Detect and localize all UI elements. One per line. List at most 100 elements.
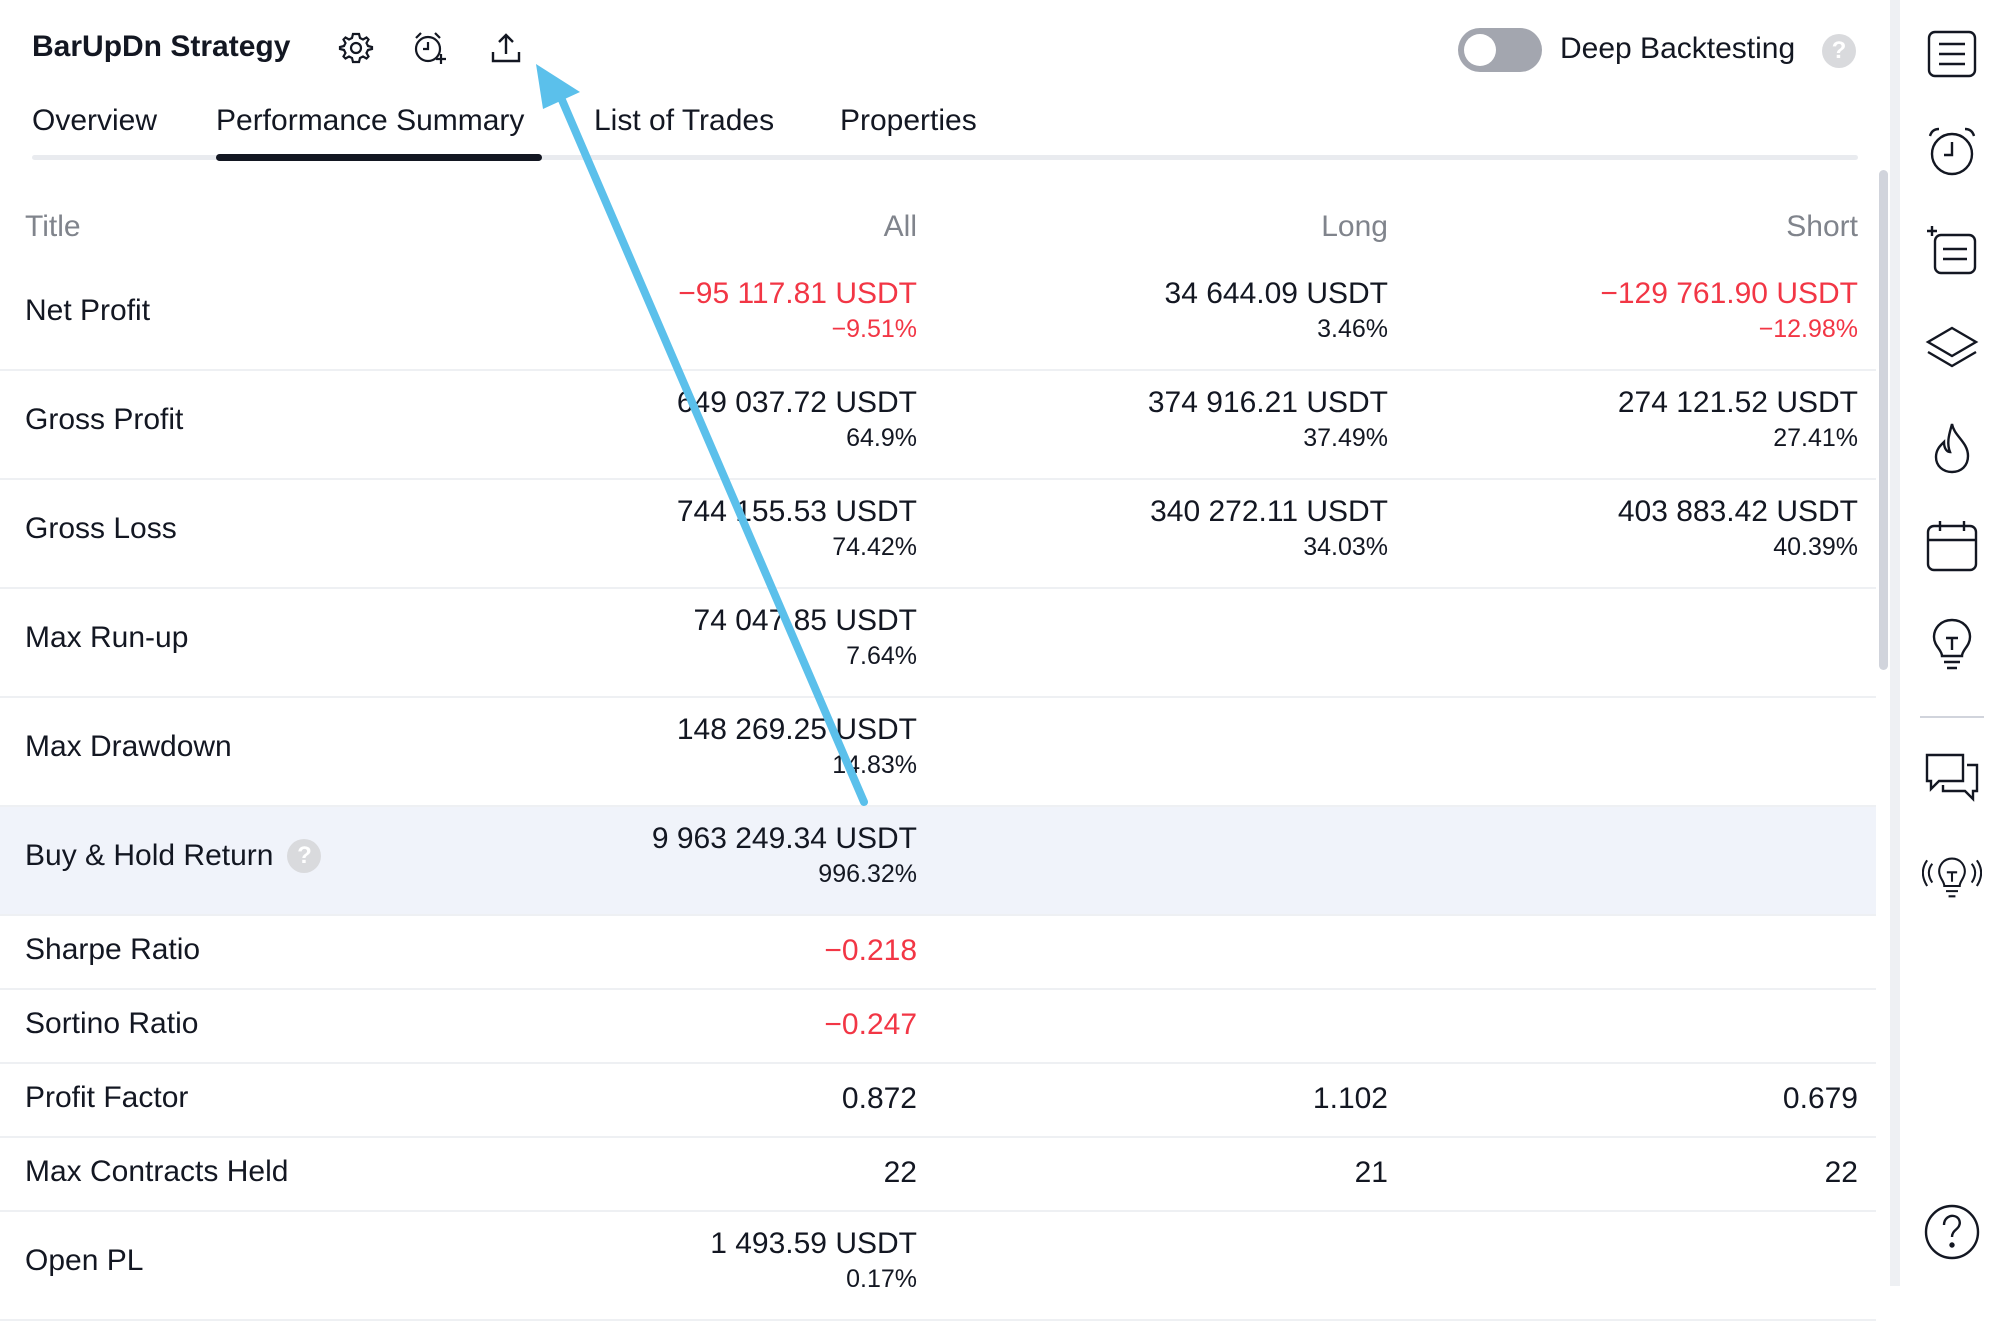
table-row[interactable]: Max Run-up 74 047.85 USDT 7.64% (0, 589, 1876, 698)
row-title-text: Gross Loss (25, 512, 177, 545)
row-title-text: Buy & Hold Return (25, 839, 274, 872)
cell-value: 22 (1824, 1156, 1858, 1189)
right-sidebar (1890, 0, 1990, 1286)
tab-bar: Overview Performance Summary List of Tra… (0, 100, 1890, 162)
cell-value: 9 963 249.34 USDT (651, 822, 917, 855)
cell-value: 744 155.53 USDT (676, 495, 917, 528)
object-tree-icon[interactable] (1922, 220, 1982, 280)
row-title: Max Contracts Held (25, 1155, 288, 1189)
cell-percent: 27.41% (1773, 424, 1858, 452)
cell-value: 1.102 (1312, 1082, 1388, 1115)
deep-backtesting-label: Deep Backtesting (1560, 32, 1796, 65)
alerts-icon[interactable] (1922, 122, 1982, 182)
cell-percent: 14.83% (832, 751, 917, 779)
export-icon[interactable] (486, 28, 526, 68)
row-title: Sortino Ratio (25, 1007, 198, 1041)
cell-long: 1.102 (1068, 1081, 1388, 1117)
chats-icon[interactable] (1922, 748, 1982, 808)
cell-percent: 40.39% (1773, 533, 1858, 561)
column-header-all: All (883, 210, 917, 243)
cell-short: 0.679 (1538, 1081, 1858, 1117)
table-row[interactable]: Gross Loss 744 155.53 USDT 74.42% 340 272.1… (0, 480, 1876, 589)
cell-percent: −9.51% (831, 315, 918, 343)
strategy-title[interactable]: BarUpDn Strategy (32, 30, 290, 64)
deep-backtesting-toggle[interactable] (1458, 28, 1542, 72)
cell-value: −0.247 (824, 1008, 917, 1041)
cell-value: 34 644.09 USDT (1164, 277, 1388, 310)
cell-percent: 74.42% (832, 533, 917, 561)
cell-value: 74 047.85 USDT (693, 604, 917, 637)
table-scrollbar[interactable] (1876, 170, 1890, 670)
table-header: Title All Long Short (0, 206, 1876, 258)
panel-header: BarUpDn Strategy Deep Backtesting ? (0, 0, 1890, 100)
table-row[interactable]: Max Contracts Held 22 21 22 (0, 1138, 1876, 1212)
cell-all: −0.218 (597, 933, 917, 969)
cell-value: 340 272.11 USDT (1150, 495, 1388, 528)
cell-value: −0.218 (824, 934, 917, 967)
help-icon[interactable]: ? (1822, 34, 1856, 68)
tab-properties[interactable]: Properties (840, 104, 977, 138)
cell-value: 22 (883, 1156, 917, 1189)
cell-all: 0.872 (597, 1081, 917, 1117)
cell-long: 34 644.09 USDT 3.46% (1068, 276, 1388, 346)
active-tab-indicator (216, 154, 542, 161)
cell-all: 148 269.25 USDT 14.83% (597, 712, 917, 782)
cell-short: −129 761.90 USDT −12.98% (1538, 276, 1858, 346)
ideas-stream-icon[interactable] (1922, 850, 1982, 910)
sidebar-separator (1920, 716, 1984, 718)
strategy-tester-panel: BarUpDn Strategy Deep Backtesting ? Over… (0, 0, 1890, 1321)
column-header-short: Short (1786, 210, 1858, 243)
gear-icon[interactable] (336, 28, 376, 68)
cell-value: 1 493.59 USDT (710, 1227, 917, 1260)
tab-performance-summary[interactable]: Performance Summary (216, 104, 524, 138)
tab-list-of-trades[interactable]: List of Trades (594, 104, 774, 138)
cell-percent: 0.17% (846, 1265, 917, 1293)
cell-value: −95 117.81 USDT (678, 277, 917, 310)
cell-all: −0.247 (597, 1007, 917, 1043)
cell-all: 22 (597, 1155, 917, 1191)
cell-all: 74 047.85 USDT 7.64% (597, 603, 917, 673)
row-title: Open PL (25, 1244, 143, 1278)
help-icon[interactable]: ? (287, 839, 322, 873)
cell-percent: −12.98% (1758, 315, 1858, 343)
cell-value: 274 121.52 USDT (1617, 386, 1858, 419)
table-row[interactable]: Sharpe Ratio −0.218 (0, 916, 1876, 990)
watchlist-icon[interactable] (1922, 24, 1982, 84)
help-icon[interactable] (1922, 1202, 1982, 1262)
add-alert-icon[interactable] (410, 28, 450, 68)
table-row[interactable]: Net Profit −95 117.81 USDT −9.51% 34 644.09… (0, 262, 1876, 371)
table-row[interactable]: Profit Factor 0.872 1.102 0.679 (0, 1064, 1876, 1138)
table-row[interactable]: Open PL 1 493.59 USDT 0.17% (0, 1212, 1876, 1321)
cell-percent: 7.64% (846, 642, 917, 670)
table-row[interactable]: Gross Profit 649 037.72 USDT 64.9% 374 916.… (0, 371, 1876, 480)
cell-all: −95 117.81 USDT −9.51% (597, 276, 917, 346)
table-row[interactable]: Buy & Hold Return? 9 963 249.34 USDT 996.3… (0, 807, 1876, 916)
cell-all: 9 963 249.34 USDT 996.32% (597, 821, 917, 891)
row-title: Profit Factor (25, 1081, 188, 1115)
layers-icon[interactable] (1922, 318, 1982, 378)
cell-value: 0.679 (1782, 1082, 1858, 1115)
hotlists-icon[interactable] (1922, 418, 1982, 478)
row-title: Buy & Hold Return? (25, 839, 322, 873)
tab-overview[interactable]: Overview (32, 104, 157, 138)
row-title: Max Run-up (25, 621, 188, 655)
cell-value: 403 883.42 USDT (1617, 495, 1858, 528)
cell-all: 649 037.72 USDT 64.9% (597, 385, 917, 455)
row-title: Max Drawdown (25, 730, 232, 764)
cell-percent: 3.46% (1317, 315, 1388, 343)
ideas-icon[interactable] (1922, 614, 1982, 674)
cell-long: 21 (1068, 1155, 1388, 1191)
scrollbar-thumb[interactable] (1879, 170, 1888, 670)
row-title-text: Open PL (25, 1244, 144, 1277)
row-title-text: Gross Profit (25, 403, 184, 436)
cell-long: 340 272.11 USDT 34.03% (1068, 494, 1388, 564)
performance-table: Net Profit −95 117.81 USDT −9.51% 34 644.09… (0, 262, 1876, 1321)
row-title: Net Profit (25, 294, 150, 328)
cell-short: 22 (1538, 1155, 1858, 1191)
table-row[interactable]: Sortino Ratio −0.247 (0, 990, 1876, 1064)
cell-percent: 996.32% (818, 860, 917, 888)
calendar-icon[interactable] (1922, 516, 1982, 576)
cell-all: 744 155.53 USDT 74.42% (597, 494, 917, 564)
toggle-knob (1464, 34, 1496, 66)
table-row[interactable]: Max Drawdown 148 269.25 USDT 14.83% (0, 698, 1876, 807)
